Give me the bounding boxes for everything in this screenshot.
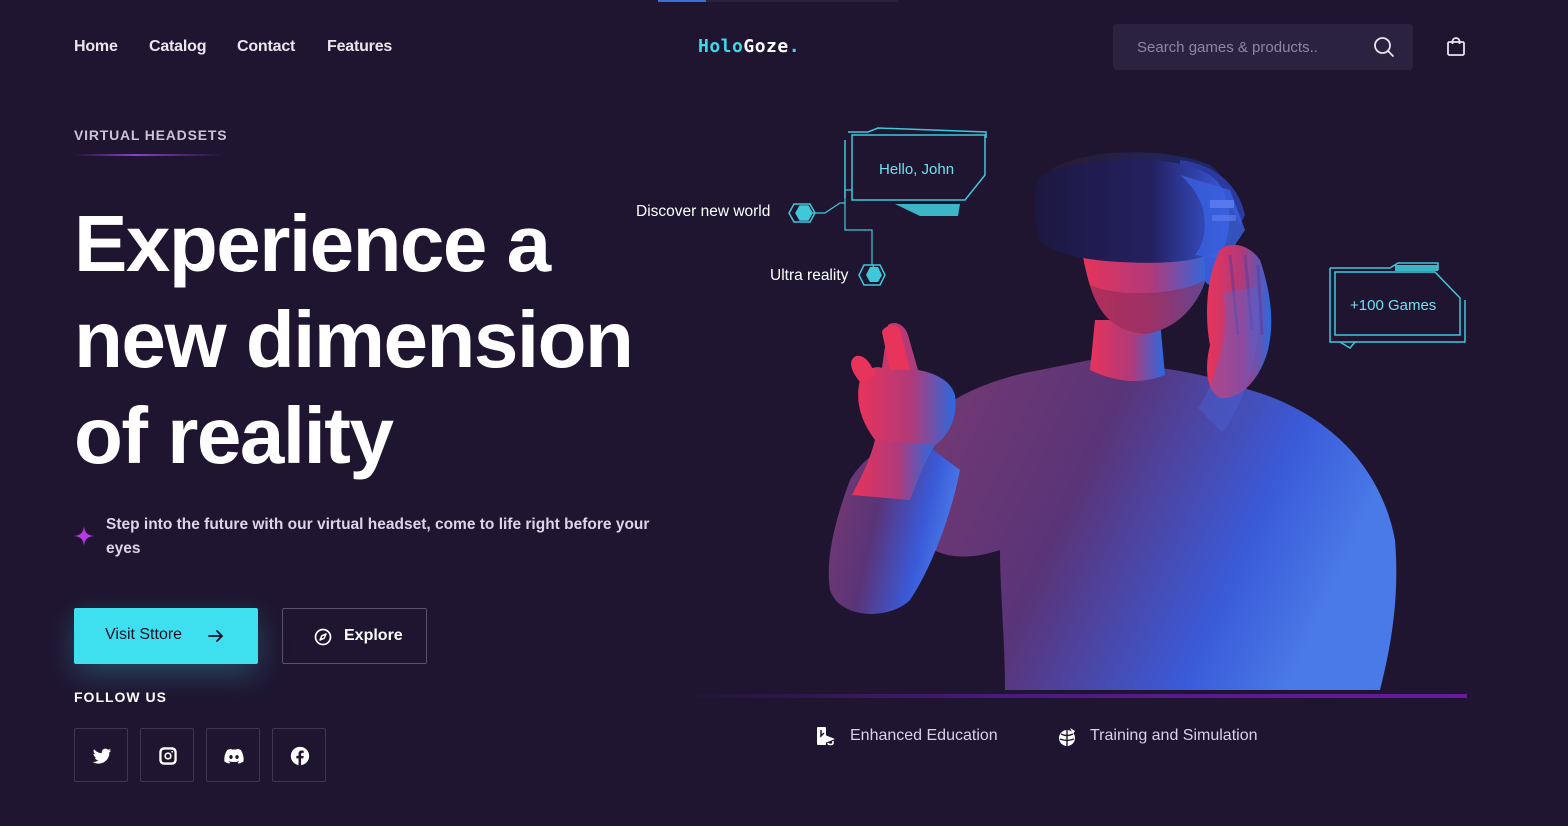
explore-label: Explore	[344, 627, 403, 644]
discord-button[interactable]	[206, 728, 260, 782]
twitter-icon	[92, 748, 112, 764]
nav-catalog[interactable]: Catalog	[149, 38, 206, 56]
hud-tag-discover: Discover new world	[636, 203, 771, 220]
logo-dot: .	[788, 36, 801, 57]
discord-icon	[224, 748, 244, 764]
feature-education: Enhanced Education	[850, 727, 998, 744]
training-icon	[1059, 728, 1075, 746]
visit-store-label: Visit Sttore	[105, 626, 183, 643]
top-progress-indicator	[658, 0, 706, 2]
nav-contact[interactable]: Contact	[237, 38, 295, 56]
nav-features[interactable]: Features	[327, 38, 392, 56]
search-input[interactable]	[1113, 24, 1363, 70]
logo-part-goze: Goze	[743, 36, 789, 57]
facebook-icon	[290, 746, 310, 766]
hero-description: Step into the future with our virtual he…	[106, 516, 650, 557]
twitter-button[interactable]	[74, 728, 128, 782]
search-bar	[1113, 24, 1413, 70]
eyebrow-label: VIRTUAL HEADSETS	[74, 127, 228, 143]
education-icon	[817, 727, 835, 746]
explore-button[interactable]: Explore	[282, 608, 427, 664]
brand-logo[interactable]: HoloGoze.	[698, 36, 800, 57]
visit-store-button[interactable]: Visit Sttore	[74, 608, 258, 664]
nav-home[interactable]: Home	[74, 38, 118, 56]
search-icon[interactable]	[1372, 35, 1396, 59]
shopping-bag-icon[interactable]	[1444, 35, 1468, 59]
sparkle-icon	[74, 526, 94, 546]
hud-tag-ultra: Ultra reality	[770, 267, 849, 284]
instagram-icon	[159, 747, 177, 765]
hero-divider	[680, 694, 1467, 698]
follow-us-label: FOLLOW US	[74, 689, 167, 705]
eyebrow-underline	[74, 154, 224, 156]
hero-headline: Experience a new dimension of reality	[74, 199, 634, 480]
facebook-button[interactable]	[272, 728, 326, 782]
hud-greeting: Hello, John	[879, 161, 955, 178]
compass-icon	[314, 628, 332, 646]
feature-training: Training and Simulation	[1090, 727, 1258, 744]
logo-part-holo: Holo	[698, 36, 744, 57]
hud-games-badge: +100 Games	[1350, 297, 1437, 314]
arrow-right-icon	[208, 630, 223, 642]
instagram-button[interactable]	[140, 728, 194, 782]
